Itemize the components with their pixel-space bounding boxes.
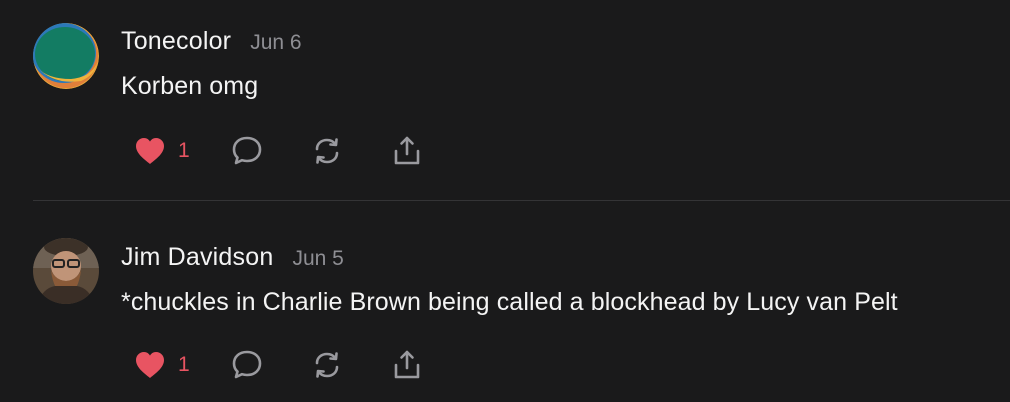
reply-bubble-icon — [232, 136, 262, 165]
share-button[interactable] — [390, 348, 424, 382]
avatar[interactable] — [33, 238, 99, 304]
tonecolor-logo-icon — [33, 23, 99, 89]
heart-icon — [136, 352, 164, 378]
post: Tonecolor Jun 6 Korben omg 1 — [0, 0, 1010, 201]
post-divider — [33, 200, 1010, 201]
heart-icon — [136, 138, 164, 164]
post-date[interactable]: Jun 5 — [292, 247, 343, 271]
post-date[interactable]: Jun 6 — [250, 31, 301, 55]
like-count: 1 — [178, 139, 190, 162]
repost-icon — [315, 138, 339, 164]
avatar[interactable] — [33, 23, 99, 89]
reply-button[interactable] — [230, 134, 264, 168]
repost-button[interactable] — [310, 134, 344, 168]
post-text: *chuckles in Charlie Brown being called … — [121, 288, 898, 316]
user-photo-icon — [33, 238, 99, 304]
reply-bubble-icon — [232, 350, 262, 379]
like-count: 1 — [178, 353, 190, 376]
author-name[interactable]: Jim Davidson — [121, 243, 273, 272]
author-name[interactable]: Tonecolor — [121, 27, 231, 56]
share-button[interactable] — [390, 134, 424, 168]
post-header: Tonecolor Jun 6 — [121, 27, 302, 56]
repost-icon — [315, 352, 339, 378]
post-header: Jim Davidson Jun 5 — [121, 243, 344, 272]
share-icon — [394, 350, 420, 379]
repost-button[interactable] — [310, 348, 344, 382]
action-bar: 1 — [134, 134, 434, 168]
post-text: Korben omg — [121, 72, 259, 100]
share-icon — [394, 136, 420, 165]
like-button[interactable]: 1 — [134, 348, 190, 382]
reply-button[interactable] — [230, 348, 264, 382]
post: Jim Davidson Jun 5 *chuckles in Charlie … — [0, 202, 1010, 402]
like-button[interactable]: 1 — [134, 134, 190, 168]
action-bar: 1 — [134, 348, 434, 382]
